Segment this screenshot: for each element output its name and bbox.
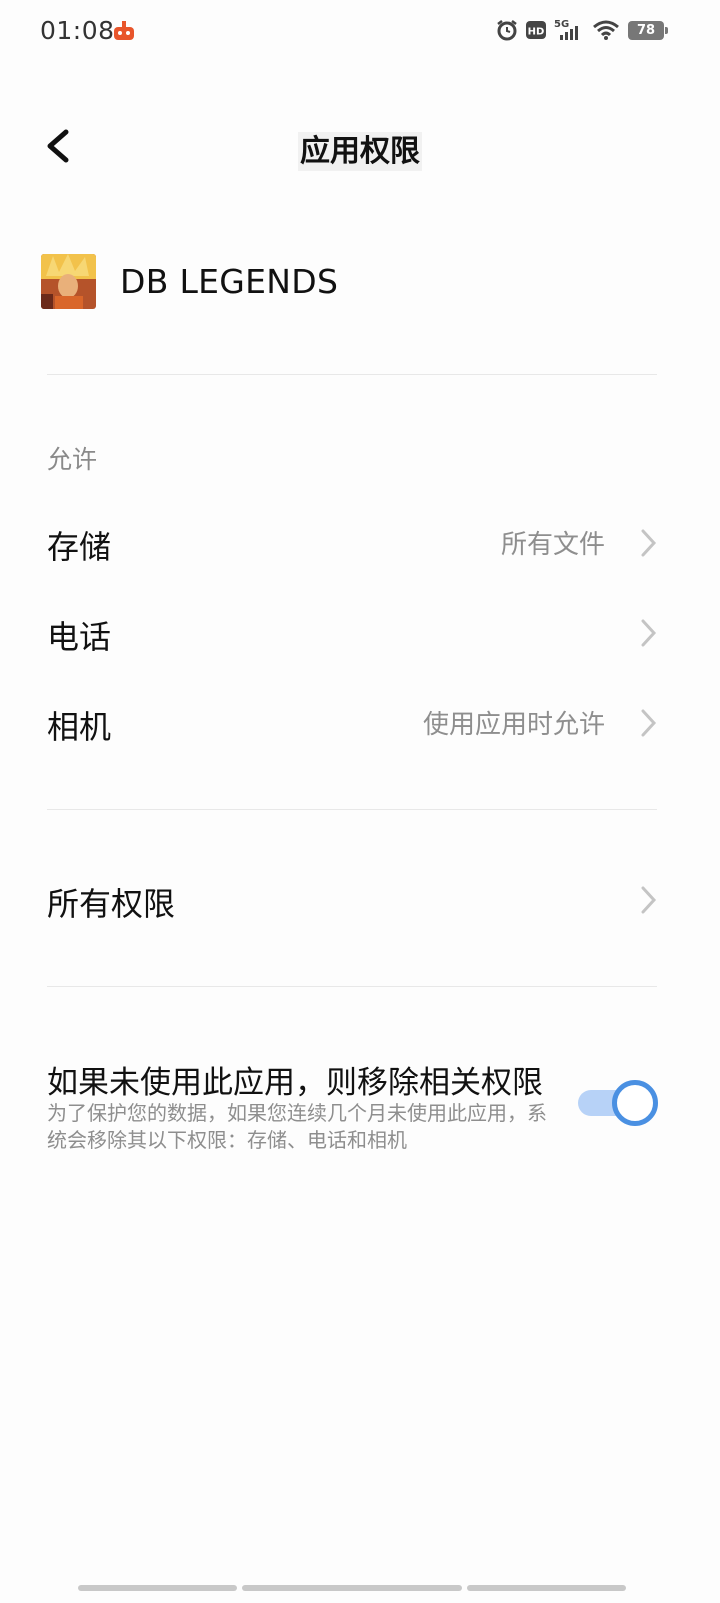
signal-icon: 5G xyxy=(554,19,578,40)
permission-label: 电话 xyxy=(47,618,112,656)
divider xyxy=(47,374,657,375)
chevron-right-icon xyxy=(641,886,657,914)
svg-text:5G: 5G xyxy=(554,19,569,30)
status-bar: 01:08 HD 5G 78 xyxy=(0,0,720,64)
all-permissions-label: 所有权限 xyxy=(47,885,176,923)
chevron-right-icon xyxy=(641,529,657,557)
auto-revoke-toggle[interactable] xyxy=(578,1080,658,1126)
nav-segment xyxy=(466,1585,626,1591)
permission-row-storage[interactable]: 存储 所有文件 xyxy=(0,498,720,588)
permission-value: 使用应用时允许 xyxy=(422,710,605,740)
permission-row-camera[interactable]: 相机 使用应用时允许 xyxy=(0,678,720,768)
nav-segment xyxy=(78,1585,238,1591)
page-title-text: 应用权限 xyxy=(298,132,422,171)
divider xyxy=(47,809,657,810)
permission-value: 所有文件 xyxy=(500,530,605,560)
permission-label: 相机 xyxy=(47,708,112,746)
page-title: 应用权限 xyxy=(0,126,720,171)
app-name: DB LEGENDS xyxy=(120,262,339,301)
permission-row-phone[interactable]: 电话 xyxy=(0,588,720,678)
hd-icon: HD xyxy=(526,21,546,39)
chevron-right-icon xyxy=(641,619,657,647)
wifi-icon xyxy=(593,20,619,40)
chevron-right-icon xyxy=(641,709,657,737)
app-permissions-screen: 01:08 HD 5G 78 应用权限 DB LEGENDS 允许 存储 所有文… xyxy=(0,0,720,1603)
section-label-allowed: 允许 xyxy=(47,445,98,474)
permission-label: 存储 xyxy=(47,528,112,566)
toggle-knob xyxy=(612,1080,658,1126)
auto-revoke-description: 为了保护您的数据，如果您连续几个月未使用此应用，系统会移除其以下权限：存储、电话… xyxy=(47,1101,547,1152)
all-permissions-row[interactable]: 所有权限 xyxy=(0,855,720,945)
auto-revoke-title: 如果未使用此应用，则移除相关权限 xyxy=(47,1065,543,1101)
divider xyxy=(47,986,657,987)
status-icons: HD 5G 78 xyxy=(496,18,668,42)
svg-text:HD: HD xyxy=(528,27,545,38)
battery-icon: 78 xyxy=(628,20,668,40)
notification-icon xyxy=(114,21,134,40)
gesture-nav-bar[interactable] xyxy=(78,1585,626,1591)
nav-segment xyxy=(242,1585,462,1591)
alarm-icon xyxy=(497,20,517,41)
app-icon xyxy=(41,254,96,309)
status-time: 01:08 xyxy=(40,16,115,45)
